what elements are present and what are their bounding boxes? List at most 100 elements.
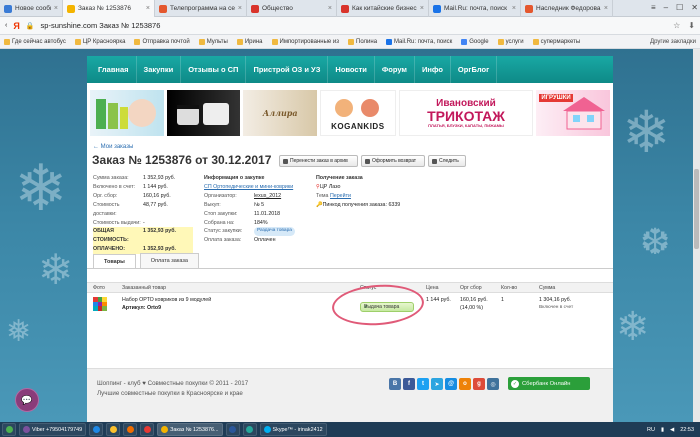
organizer-link[interactable]: lexus_2012 <box>254 192 281 201</box>
folder-icon <box>198 38 205 45</box>
snowflake-icon: ❄ <box>622 98 671 166</box>
bookmark-item[interactable]: Импортированные из <box>271 38 339 45</box>
summary-row: Включено в счет: 1 144 руб. <box>93 183 168 190</box>
instagram-icon[interactable]: ◎ <box>487 378 499 390</box>
other-bookmarks[interactable]: Другие закладки <box>650 39 696 45</box>
menu-icon[interactable]: ≡ <box>651 3 656 12</box>
taskbar-item-media[interactable] <box>123 423 138 436</box>
yandex-logo[interactable]: Я <box>13 21 19 31</box>
taskbar-item-browser[interactable]: Заказ № 1253876... <box>157 423 223 436</box>
bookmark-item[interactable]: Ирина <box>236 38 263 45</box>
nav-news[interactable]: Новости <box>328 56 375 83</box>
browser-tab-bar: Новое сообщение× Заказ № 1253876× Телепр… <box>0 0 700 17</box>
nav-info[interactable]: Инфо <box>415 56 451 83</box>
banner-allira[interactable]: Аллира <box>243 90 318 136</box>
banner-creams[interactable] <box>166 90 241 136</box>
close-icon[interactable]: × <box>604 5 608 12</box>
volume-icon[interactable]: ◀ <box>670 427 674 433</box>
tab-goods[interactable]: Товары <box>93 254 136 269</box>
browser-tab[interactable]: Mail.Ru: почта, поиск × <box>429 0 521 17</box>
taskbar-item-viber[interactable]: Viber +79504179749 <box>19 423 87 436</box>
telegram-icon[interactable]: ➤ <box>431 378 443 390</box>
nav-pristroy[interactable]: Пристрой ОЗ и УЗ <box>246 56 329 83</box>
taskbar-item-explorer[interactable] <box>106 423 121 436</box>
banner-cosmetics[interactable] <box>90 90 164 136</box>
close-window-icon[interactable]: ✕ <box>691 3 698 12</box>
bookmark-item[interactable]: Мульты <box>198 38 228 45</box>
folder-icon <box>348 38 355 45</box>
banner-kogankids[interactable]: KOGANKIDS <box>320 90 396 136</box>
twitter-icon[interactable]: t <box>417 378 429 390</box>
col-fee: Орг сбор <box>460 285 482 291</box>
skype-icon <box>263 426 271 433</box>
bookmark-item[interactable]: Отправка почтой <box>134 38 190 45</box>
close-icon[interactable]: × <box>54 5 58 12</box>
close-icon[interactable]: × <box>328 5 332 12</box>
banner-strip: Аллира KOGANKIDS Ивановский ТРИКОТАЖ ПЛА… <box>87 90 613 136</box>
item-name[interactable]: Набор ОРТО ковриков из 9 модулей <box>122 297 211 303</box>
return-button[interactable]: Оформить возврат <box>361 155 425 167</box>
start-button[interactable] <box>2 423 16 436</box>
mailru-share-icon[interactable]: @ <box>445 378 457 390</box>
bookmark-item[interactable]: Mail.Ru: почта, поиск <box>386 38 452 45</box>
browser-tab[interactable]: Телепрограмма на сего × <box>155 0 247 17</box>
download-icon[interactable]: ⬇ <box>688 21 695 30</box>
browser-tab[interactable]: Наследник Федорова × <box>521 0 613 17</box>
bookmark-item[interactable]: ЦР Красноярка <box>74 38 125 45</box>
nav-forum[interactable]: Форум <box>375 56 415 83</box>
sberbank-online-button[interactable]: ✓ Сбербанк Онлайн <box>508 377 590 390</box>
archive-button[interactable]: Перенести заказ в архив <box>279 155 358 167</box>
close-icon[interactable]: × <box>146 5 150 12</box>
bookmark-star-icon[interactable]: ☆ <box>673 21 680 30</box>
nav-home[interactable]: Главная <box>91 56 137 83</box>
breadcrumb[interactable]: ← Мои заказы <box>93 144 133 150</box>
taskbar-item-yandex[interactable] <box>140 423 155 436</box>
back-icon[interactable]: ‹ <box>5 22 7 29</box>
language-indicator[interactable]: RU <box>647 427 655 433</box>
bookmark-item[interactable]: Google <box>461 38 489 45</box>
nav-purchases[interactable]: Закупки <box>137 56 182 83</box>
order-summary: Сумма заказа: 1 352,93 руб. Включено в сч… <box>93 174 193 255</box>
chat-icon[interactable]: 💬 <box>15 388 39 412</box>
taskbar-item-photos[interactable] <box>242 423 257 436</box>
scrollbar-thumb[interactable] <box>694 169 699 249</box>
mailru-icon <box>386 38 393 45</box>
banner-trikotazh[interactable]: Ивановский ТРИКОТАЖ ПЛАТЬЯ, БЛУЗКИ, КАПА… <box>398 90 534 136</box>
close-icon[interactable]: × <box>420 5 424 12</box>
bookmark-item[interactable]: услуги <box>497 38 524 45</box>
taskbar-item-ie[interactable] <box>89 423 104 436</box>
page-title: Заказ № 1253876 от 30.12.2017 <box>92 153 272 167</box>
mailru-icon <box>433 4 441 13</box>
taskbar-item-skype[interactable]: Skype™ - irinak2412 <box>259 423 327 436</box>
maximize-icon[interactable]: ☐ <box>676 3 683 12</box>
news-icon <box>341 4 349 13</box>
google-plus-icon[interactable]: g <box>473 378 485 390</box>
bookmark-item[interactable]: Где сейчас автобус <box>4 38 66 45</box>
product-thumbnail[interactable] <box>93 297 107 311</box>
minimize-icon[interactable]: – <box>664 3 668 12</box>
tab-payment[interactable]: Оплата заказа <box>139 253 199 268</box>
window-controls: ≡ – ☐ ✕ <box>651 3 698 12</box>
bookmark-item[interactable]: Полина <box>348 38 377 45</box>
browser-tab[interactable]: Новое сообщение× <box>0 0 63 17</box>
close-icon[interactable]: × <box>512 5 516 12</box>
theme-link[interactable]: Перейти <box>330 192 351 201</box>
browser-tab[interactable]: Как китайские бизнесм × <box>337 0 429 17</box>
close-icon[interactable]: × <box>238 5 242 12</box>
browser-tab[interactable]: Общество × <box>247 0 337 17</box>
clock[interactable]: 22:53 <box>680 427 694 433</box>
follow-button[interactable]: Следить <box>428 155 466 167</box>
facebook-icon[interactable]: f <box>403 378 415 390</box>
purchase-link[interactable]: СП Ортопедические и мини-коврики <box>204 183 293 192</box>
bookmark-item[interactable]: супермаркеты <box>532 38 580 45</box>
vk-icon[interactable]: В <box>389 378 401 390</box>
url-field[interactable]: sp-sunshine.com Заказ № 1253876 <box>41 21 161 30</box>
nav-reviews[interactable]: Отзывы о СП <box>181 56 247 83</box>
banner-toys[interactable]: ИГРУШКИ <box>536 90 610 136</box>
nav-orgblog[interactable]: ОргБлог <box>451 56 498 83</box>
browser-tab-active[interactable]: Заказ № 1253876 × <box>63 0 155 17</box>
odnoklassniki-icon[interactable]: о <box>459 378 471 390</box>
network-icon[interactable]: ▮ <box>661 427 664 433</box>
page-scrollbar[interactable] <box>693 49 700 422</box>
taskbar-item-word[interactable] <box>225 423 240 436</box>
